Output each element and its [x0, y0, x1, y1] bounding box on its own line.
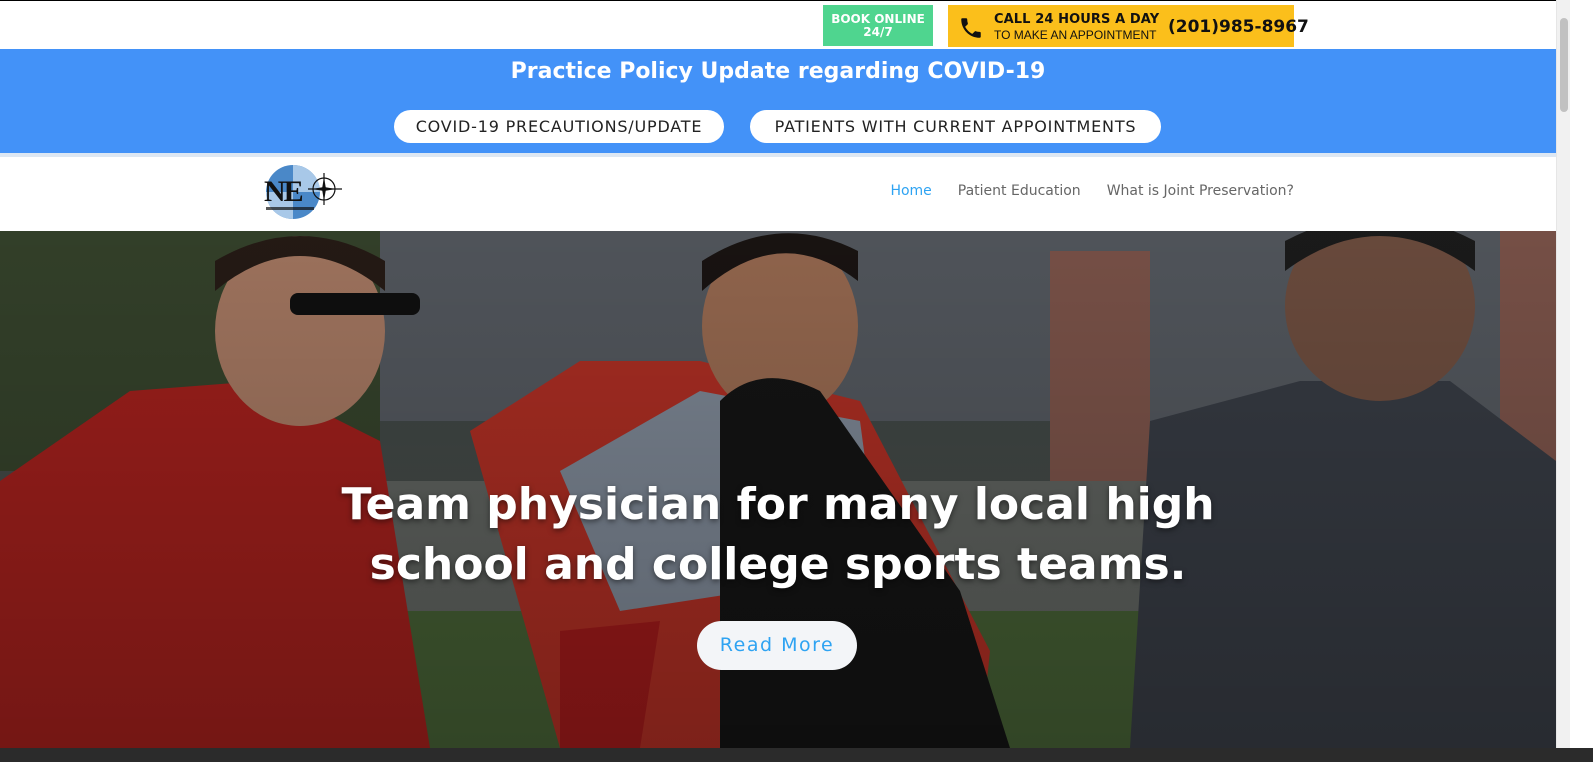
call-title: CALL 24 HOURS A DAY — [994, 12, 1160, 27]
nav-item-patient-education[interactable]: Patient Education — [958, 183, 1081, 199]
phone-number-link[interactable]: (201)985-8967 — [1168, 17, 1309, 37]
hero-title-line-1: Team physician for many local high — [341, 479, 1215, 530]
covid-banner: Practice Policy Update regarding COVID-1… — [0, 49, 1556, 153]
covid-precautions-button[interactable]: COVID-19 PRECAUTIONS/UPDATE — [394, 110, 724, 143]
site-logo[interactable]: NE — [262, 163, 346, 221]
call-appointment-box[interactable]: CALL 24 HOURS A DAY TO MAKE AN APPOINTME… — [948, 5, 1309, 47]
main-nav: Home Patient Education What is Joint Pre… — [890, 183, 1294, 199]
book-online-button[interactable]: BOOK ONLINE 24/7 — [823, 5, 933, 46]
right-gutter — [1570, 0, 1593, 748]
nav-item-joint-preservation[interactable]: What is Joint Preservation? — [1107, 183, 1294, 199]
top-utility-bar: BOOK ONLINE 24/7 CALL 24 HOURS A DAY TO … — [0, 0, 1580, 49]
book-online-sublabel: 24/7 — [863, 24, 893, 39]
hero-section: Team physician for many local high schoo… — [0, 231, 1556, 748]
read-more-button[interactable]: Read More — [697, 621, 857, 670]
call-subtitle: TO MAKE AN APPOINTMENT — [994, 28, 1157, 42]
page: BOOK ONLINE 24/7 CALL 24 HOURS A DAY TO … — [0, 0, 1593, 762]
page-scrollbar[interactable] — [1556, 0, 1570, 748]
book-online-label: BOOK ONLINE — [831, 11, 925, 26]
current-appointments-button[interactable]: PATIENTS WITH CURRENT APPOINTMENTS — [750, 110, 1161, 143]
covid-banner-title: Practice Policy Update regarding COVID-1… — [510, 59, 1046, 84]
hero-title: Team physician for many local high schoo… — [0, 475, 1556, 595]
scrollbar-thumb[interactable] — [1560, 18, 1568, 112]
logo-text: NE — [264, 175, 303, 208]
hero-title-line-2: school and college sports teams. — [369, 539, 1187, 590]
site-header: NE Home Patient Education What is Joint … — [0, 157, 1556, 231]
bottom-strip — [0, 748, 1593, 762]
phone-icon — [961, 18, 981, 38]
nav-item-home[interactable]: Home — [890, 183, 931, 199]
